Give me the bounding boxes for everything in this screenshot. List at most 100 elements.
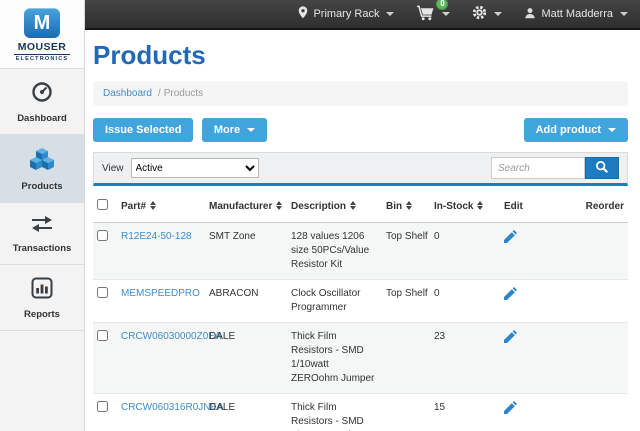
breadcrumb-dashboard-link[interactable]: Dashboard <box>103 88 152 99</box>
sidebar-item-label: Reports <box>0 309 84 320</box>
location-label: Primary Rack <box>313 8 379 20</box>
manufacturer-cell: DALE <box>205 323 287 394</box>
sort-icon <box>406 201 412 210</box>
column-header-instock[interactable]: In-Stock <box>430 190 500 223</box>
select-all-checkbox[interactable] <box>97 199 108 210</box>
sidebar-item-reports[interactable]: Reports <box>0 265 84 331</box>
row-checkbox[interactable] <box>97 230 108 241</box>
mouser-logo-icon: M <box>24 8 60 38</box>
breadcrumb: Dashboard /Products <box>93 81 628 106</box>
column-header-manufacturer[interactable]: Manufacturer <box>205 190 287 223</box>
chevron-down-icon <box>608 128 616 132</box>
instock-cell: 0 <box>430 223 500 280</box>
filter-bar: View Active <box>93 152 628 186</box>
sort-icon <box>477 201 483 210</box>
search-group <box>491 157 619 179</box>
sidebar-item-dashboard[interactable]: Dashboard <box>0 69 84 135</box>
location-dropdown[interactable]: Primary Rack <box>298 6 394 22</box>
description-cell: 128 values 1206 size 50PCs/Value Resisto… <box>287 223 382 280</box>
reorder-cell <box>574 280 628 323</box>
user-name-label: Matt Madderra <box>541 8 613 20</box>
main-content: Products Dashboard/Products Issue Select… <box>85 30 640 431</box>
bar-chart-icon <box>31 277 53 299</box>
user-icon <box>524 7 536 22</box>
chevron-down-icon <box>247 128 255 132</box>
reorder-cell <box>574 223 628 280</box>
add-product-button[interactable]: Add product <box>524 118 628 142</box>
search-input[interactable] <box>491 157 585 179</box>
part-number-link[interactable]: MEMSPEEDPRO <box>121 288 200 299</box>
edit-button[interactable] <box>504 330 517 348</box>
settings-dropdown[interactable] <box>472 5 502 23</box>
edit-button[interactable] <box>504 287 517 305</box>
chevron-down-icon <box>442 12 450 16</box>
column-header-bin[interactable]: Bin <box>382 190 430 223</box>
view-label: View <box>102 163 124 174</box>
more-button[interactable]: More <box>202 118 267 142</box>
sort-icon <box>150 201 156 210</box>
sort-icon <box>350 201 356 210</box>
reorder-cell <box>574 323 628 394</box>
column-header-reorder: Reorder <box>574 190 628 223</box>
pencil-icon <box>504 406 517 417</box>
sidebar-item-label: Products <box>0 181 84 192</box>
sidebar: M MOUSER ELECTRONICS Dashboard <box>0 0 85 431</box>
table-row: CRCW060316R0JNEA DALE Thick Film Resisto… <box>93 394 628 431</box>
pencil-icon <box>504 235 517 246</box>
part-number-link[interactable]: CRCW06030000Z0EA <box>121 331 222 342</box>
description-cell: Clock Oscillator Programmer <box>287 280 382 323</box>
gear-icon <box>472 5 487 23</box>
page-title: Products <box>93 40 628 71</box>
view-select[interactable]: Active <box>131 158 259 178</box>
action-toolbar: Issue Selected More Add product <box>93 118 628 142</box>
sidebar-item-label: Transactions <box>0 243 84 254</box>
left-actions: Issue Selected More <box>93 118 267 142</box>
row-checkbox[interactable] <box>97 287 108 298</box>
edit-button[interactable] <box>504 401 517 419</box>
user-menu[interactable]: Matt Madderra <box>524 7 628 22</box>
chevron-down-icon <box>386 12 394 16</box>
row-checkbox[interactable] <box>97 401 108 412</box>
topbar: Primary Rack 0 <box>78 0 640 30</box>
sidebar-item-label: Dashboard <box>0 113 84 124</box>
description-cell: Thick Film Resistors - SMD 1/10watt 16oh… <box>287 394 382 431</box>
chevron-down-icon <box>620 12 628 16</box>
cart-count-badge: 0 <box>436 0 448 10</box>
table-header-row: Part# Manufacturer Description Bin In-St… <box>93 190 628 223</box>
edit-button[interactable] <box>504 230 517 248</box>
bin-cell: Top Shelf <box>382 223 430 280</box>
table-row: R12E24-50-128 SMT Zone 128 values 1206 s… <box>93 223 628 280</box>
bin-cell <box>382 394 430 431</box>
column-header-part[interactable]: Part# <box>117 190 205 223</box>
reorder-cell <box>574 394 628 431</box>
transfer-arrows-icon <box>30 215 54 237</box>
manufacturer-cell: SMT Zone <box>205 223 287 280</box>
issue-selected-button[interactable]: Issue Selected <box>93 118 193 142</box>
table-row: MEMSPEEDPRO ABRACON Clock Oscillator Pro… <box>93 280 628 323</box>
cart-dropdown[interactable]: 0 <box>416 5 450 24</box>
part-number-link[interactable]: R12E24-50-128 <box>121 231 192 242</box>
view-filter: View Active <box>102 158 259 178</box>
instock-cell: 15 <box>430 394 500 431</box>
gauge-icon <box>31 81 53 103</box>
sidebar-item-transactions[interactable]: Transactions <box>0 203 84 265</box>
pencil-icon <box>504 292 517 303</box>
search-button[interactable] <box>585 157 619 179</box>
manufacturer-cell: DALE <box>205 394 287 431</box>
logo-subname-text: ELECTRONICS <box>14 54 70 62</box>
row-checkbox[interactable] <box>97 330 108 341</box>
cart-icon <box>416 5 435 24</box>
sidebar-item-products[interactable]: Products <box>0 135 84 203</box>
pencil-icon <box>504 335 517 346</box>
manufacturer-cell: ABRACON <box>205 280 287 323</box>
sort-icon <box>276 201 282 210</box>
inventory-app-window: Primary Rack 0 <box>0 0 640 431</box>
breadcrumb-separator: / <box>158 88 161 99</box>
chevron-down-icon <box>494 12 502 16</box>
mouser-logo-link[interactable]: M MOUSER ELECTRONICS <box>0 0 84 69</box>
instock-cell: 23 <box>430 323 500 394</box>
breadcrumb-current: Products <box>164 88 203 99</box>
logo-name-text: MOUSER <box>0 41 84 53</box>
column-header-description[interactable]: Description <box>287 190 382 223</box>
cubes-icon <box>29 147 55 169</box>
